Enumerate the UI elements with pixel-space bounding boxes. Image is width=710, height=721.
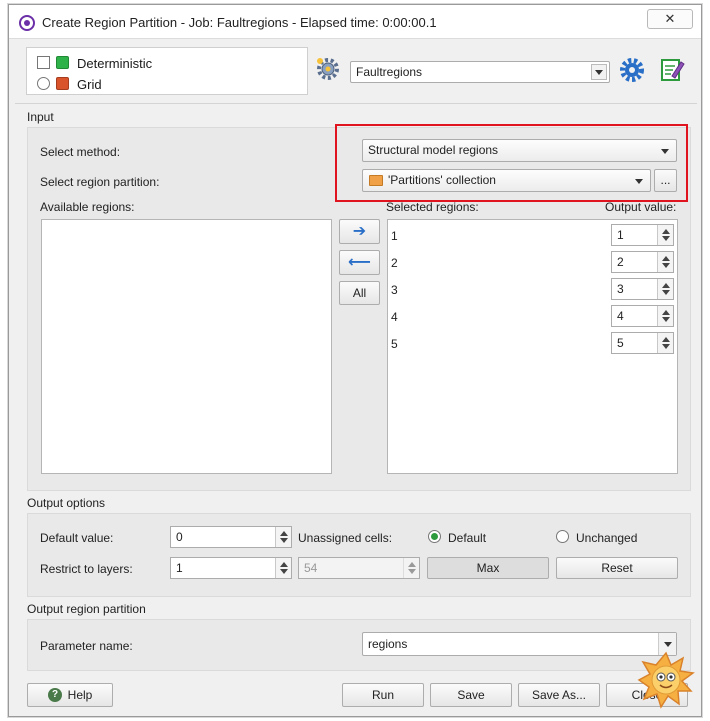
gear-settings-icon[interactable]: [315, 56, 341, 82]
parameter-name-label: Parameter name:: [40, 639, 133, 653]
output-options-group: [27, 513, 691, 597]
default-value-spinbox[interactable]: 0: [170, 526, 292, 548]
output-value-label: Output value:: [605, 200, 677, 214]
chevron-down-icon: [595, 70, 603, 75]
highlight-box: [335, 124, 688, 202]
window-close-button[interactable]: ✕: [647, 9, 693, 29]
restrict-layers-label: Restrict to layers:: [40, 562, 133, 576]
output-value-text: 3: [617, 282, 624, 296]
grid-radio[interactable]: [37, 77, 50, 90]
save-button[interactable]: Save: [430, 683, 512, 707]
selected-region-item[interactable]: 1: [391, 229, 398, 243]
output-partition-label: Output region partition: [27, 602, 146, 616]
restrict-from-spinbox[interactable]: 1: [170, 557, 292, 579]
parameter-name-value: regions: [368, 637, 408, 651]
deterministic-checkbox[interactable]: [37, 56, 50, 69]
edit-notes-icon[interactable]: [659, 56, 685, 82]
restrict-to-text: 54: [304, 561, 318, 575]
move-right-button[interactable]: ➔: [339, 219, 380, 244]
output-value-spinbox[interactable]: 1: [611, 224, 674, 246]
deterministic-label: Deterministic: [77, 56, 153, 71]
top-divider: [15, 103, 697, 104]
output-value-text: 4: [617, 309, 624, 323]
move-all-button[interactable]: All: [339, 281, 380, 305]
unassigned-unchanged-label: Unchanged: [576, 531, 638, 545]
spin-arrows-icon: [403, 558, 419, 578]
selected-region-item[interactable]: 4: [391, 310, 398, 324]
select-partition-label: Select region partition:: [40, 175, 160, 189]
output-value-spinbox[interactable]: 5: [611, 332, 674, 354]
unassigned-default-radio[interactable]: [428, 530, 441, 543]
save-as-button[interactable]: Save As...: [518, 683, 600, 707]
input-section-label: Input: [27, 110, 54, 124]
default-value-text: 0: [176, 530, 183, 544]
spin-arrows-icon[interactable]: [275, 527, 291, 547]
unassigned-unchanged-radio[interactable]: [556, 530, 569, 543]
dialog-window: Create Region Partition - Job: Faultregi…: [8, 4, 702, 717]
spin-arrows-icon[interactable]: [275, 558, 291, 578]
selected-region-item[interactable]: 5: [391, 337, 398, 351]
output-value-text: 2: [617, 255, 624, 269]
output-value-text: 1: [617, 228, 624, 242]
selected-region-item[interactable]: 3: [391, 283, 398, 297]
select-method-label: Select method:: [40, 145, 121, 159]
selected-region-item[interactable]: 2: [391, 256, 398, 270]
grid-cube-icon: [56, 77, 69, 90]
job-name-value: Faultregions: [356, 65, 423, 79]
run-button[interactable]: Run: [342, 683, 424, 707]
selected-regions-list[interactable]: 1 2 3 4 5 1 2 3 4 5: [387, 219, 678, 474]
window-title: Create Region Partition - Job: Faultregi…: [42, 15, 437, 30]
help-button[interactable]: ? Help: [27, 683, 113, 707]
output-value-spinbox[interactable]: 4: [611, 305, 674, 327]
spin-arrows-icon[interactable]: [657, 225, 673, 245]
available-regions-label: Available regions:: [40, 200, 135, 214]
sun-badge-icon: [637, 651, 695, 709]
help-label: Help: [67, 688, 93, 702]
output-value-spinbox[interactable]: 2: [611, 251, 674, 273]
mode-selector-box: Deterministic Grid: [26, 47, 308, 95]
move-left-button[interactable]: ⟵: [339, 250, 380, 275]
spin-arrows-icon[interactable]: [657, 306, 673, 326]
reset-button[interactable]: Reset: [556, 557, 678, 579]
restrict-from-text: 1: [176, 561, 183, 575]
arrow-right-icon: ➔: [352, 223, 367, 240]
title-bar: Create Region Partition - Job: Faultregi…: [9, 5, 701, 39]
app-icon: [19, 15, 35, 31]
chevron-down-icon: [664, 642, 672, 647]
gear-blue-icon[interactable]: [619, 57, 645, 83]
unassigned-cells-label: Unassigned cells:: [298, 531, 393, 545]
spin-arrows-icon[interactable]: [657, 252, 673, 272]
default-value-label: Default value:: [40, 531, 114, 545]
spin-arrows-icon[interactable]: [657, 279, 673, 299]
job-name-dropdown[interactable]: Faultregions: [350, 61, 610, 83]
deterministic-cube-icon: [56, 56, 69, 69]
job-dropdown-button[interactable]: [591, 64, 607, 80]
output-value-spinbox[interactable]: 3: [611, 278, 674, 300]
output-value-text: 5: [617, 336, 624, 350]
selected-regions-label: Selected regions:: [386, 200, 479, 214]
grid-label: Grid: [77, 77, 102, 92]
help-icon: ?: [48, 688, 62, 702]
arrow-left-icon: ⟵: [348, 254, 371, 271]
unassigned-default-label: Default: [448, 531, 487, 545]
max-button[interactable]: Max: [427, 557, 549, 579]
spin-arrows-icon[interactable]: [657, 333, 673, 353]
available-regions-list[interactable]: [41, 219, 332, 474]
restrict-to-spinbox: 54: [298, 557, 420, 579]
output-options-label: Output options: [27, 496, 106, 510]
parameter-name-dropdown[interactable]: regions: [362, 632, 677, 656]
